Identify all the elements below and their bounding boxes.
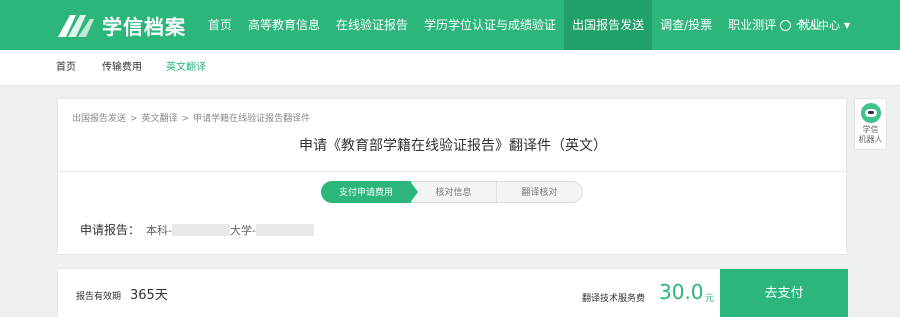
step-translation-check: 翻译核对 — [497, 181, 583, 203]
step-label: 支付申请费用 — [338, 188, 393, 198]
robot-label-line2: 机器人 — [858, 135, 883, 144]
robot-label-line1: 学信 — [862, 125, 879, 134]
step-label: 核对信息 — [435, 188, 472, 198]
progress-steps: 支付申请费用 核对信息 翻译核对 — [321, 181, 583, 203]
brand-name: 学信档案 — [102, 14, 186, 39]
logo-icon — [58, 15, 94, 37]
brand-logo[interactable]: 学信档案 — [56, 11, 186, 39]
fee-unit: 元 — [705, 294, 715, 304]
main-nav: 首页 高等教育信息 在线验证报告 学历学位认证与成绩验证 出国报告发送 调查/投… — [200, 0, 830, 50]
report-prefix: 本科- — [146, 223, 172, 237]
nav-item-career-test[interactable]: 职业测评 — [720, 0, 784, 50]
user-center-label: 个人中心 — [796, 19, 840, 32]
subnav-item-english-translation[interactable]: 英文翻译 — [166, 50, 206, 86]
breadcrumb-separator: > — [130, 114, 138, 124]
report-label: 申请报告： — [80, 223, 141, 237]
report-row: 申请报告： 本科- 大学- — [80, 221, 314, 238]
fee-label: 翻译技术服务费 — [582, 294, 646, 304]
subnav-item-home[interactable]: 首页 — [56, 50, 76, 86]
step-arrow-icon — [410, 181, 418, 203]
nav-item-degree-certification[interactable]: 学历学位认证与成绩验证 — [416, 0, 564, 50]
nav-item-higher-education[interactable]: 高等教育信息 — [240, 0, 328, 50]
top-nav-bar: 学信档案 首页 高等教育信息 在线验证报告 学历学位认证与成绩验证 出国报告发送… — [0, 0, 900, 50]
validity-label: 报告有效期 — [76, 292, 122, 302]
nav-item-survey[interactable]: 调查/投票 — [652, 0, 720, 50]
breadcrumb-item-overseas-report[interactable]: 出国报告发送 — [72, 114, 126, 124]
breadcrumb-separator: > — [181, 114, 190, 124]
breadcrumb: 出国报告发送 > 英文翻译 > 申请学籍在线验证报告翻译件 — [72, 111, 310, 124]
pay-button[interactable]: 去支付 — [720, 269, 848, 317]
page-title: 申请《教育部学籍在线验证报告》翻译件（英文） — [299, 138, 607, 154]
redacted-block — [172, 223, 230, 236]
robot-assistant[interactable]: 学信 机器人 — [854, 98, 887, 150]
robot-icon — [860, 103, 881, 123]
user-center-menu[interactable]: 个人中心 ▼ — [780, 0, 850, 50]
step-label: 翻译核对 — [521, 188, 558, 198]
nav-item-overseas-report[interactable]: 出国报告发送 — [564, 0, 653, 50]
step-pay-fee: 支付申请费用 — [321, 181, 418, 203]
payment-bar: 报告有效期 365天 翻译技术服务费 30.0 元 去支付 — [57, 268, 848, 317]
subnav-item-transfer-fee[interactable]: 传输费用 — [102, 50, 142, 86]
caret-down-icon: ▼ — [844, 20, 851, 30]
report-middle: 大学- — [230, 223, 256, 237]
divider — [58, 171, 848, 172]
redacted-block — [255, 223, 314, 236]
fee-value: 30.0 — [659, 280, 704, 304]
breadcrumb-item-current: 申请学籍在线验证报告翻译件 — [193, 114, 311, 124]
nav-item-online-verification[interactable]: 在线验证报告 — [328, 0, 416, 50]
nav-item-home[interactable]: 首页 — [200, 0, 240, 50]
step-verify-info: 核对信息 — [411, 181, 497, 203]
user-icon — [780, 19, 791, 31]
application-card: 出国报告发送 > 英文翻译 > 申请学籍在线验证报告翻译件 申请《教育部学籍在线验证报告… — [57, 98, 848, 255]
sub-nav: 首页 传输费用 英文翻译 — [0, 50, 900, 86]
validity-value: 365天 — [130, 288, 168, 303]
breadcrumb-item-english-translation[interactable]: 英文翻译 — [142, 114, 178, 124]
